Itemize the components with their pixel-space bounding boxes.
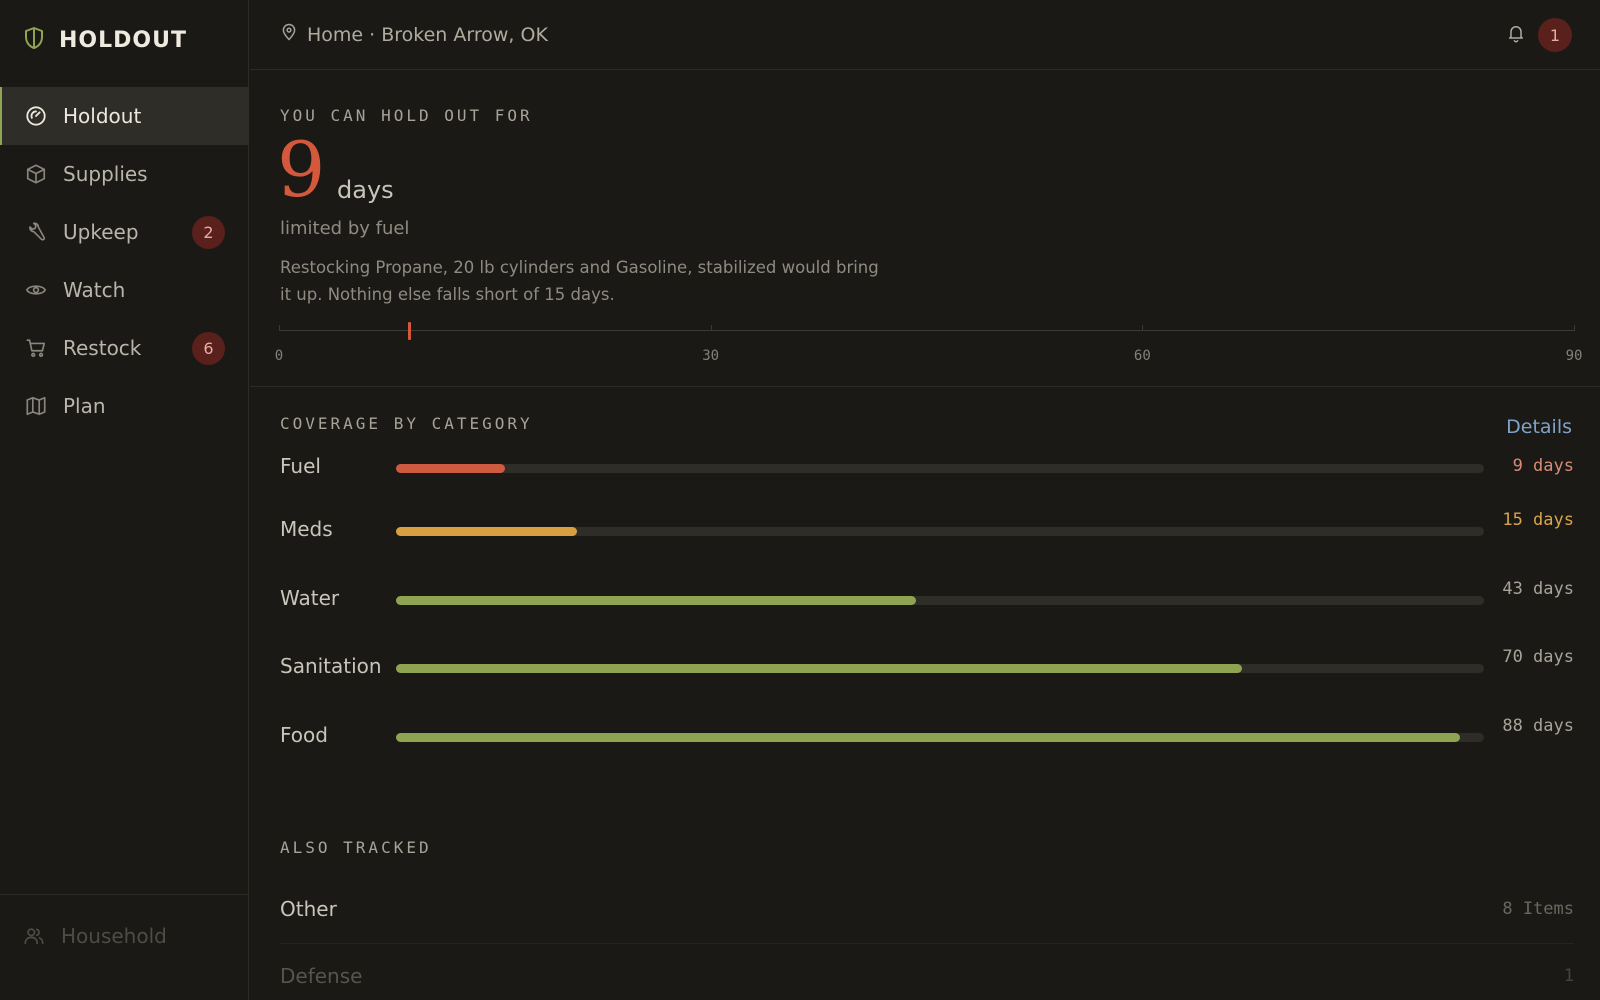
also-tracked-eyebrow: ALSO TRACKED bbox=[280, 838, 432, 857]
sidebar-item-restock[interactable]: Restock 6 bbox=[0, 319, 249, 377]
upkeep-count-badge: 2 bbox=[192, 216, 225, 249]
brand-name: HOLDOUT bbox=[59, 27, 187, 53]
sidebar-item-label: Holdout bbox=[63, 104, 142, 128]
coverage-days-value: 15 days bbox=[1502, 510, 1574, 530]
coverage-bar-fill bbox=[396, 464, 505, 473]
coverage-label: Food bbox=[280, 723, 328, 747]
sidebar-item-label: Supplies bbox=[63, 162, 148, 186]
sidebar-nav: Holdout Supplies Upkeep 2 Watch Restock … bbox=[0, 87, 249, 435]
topbar: Home · Broken Arrow, OK 1 bbox=[250, 0, 1600, 70]
holdout-days-number: 9 bbox=[277, 125, 326, 214]
tracked-row-other[interactable]: Other 8 Items bbox=[280, 878, 1574, 944]
sidebar-item-label: Watch bbox=[63, 278, 126, 302]
sidebar-item-plan[interactable]: Plan bbox=[0, 377, 249, 435]
scale-tick bbox=[1574, 325, 1575, 331]
coverage-days-value: 9 days bbox=[1512, 456, 1574, 476]
sidebar: HOLDOUT Holdout Supplies Upkeep 2 Watch … bbox=[0, 0, 249, 1000]
coverage-row-sanitation[interactable]: Sanitation 70 days bbox=[280, 644, 1574, 700]
scale-tick-label: 60 bbox=[1133, 348, 1151, 364]
coverage-label: Water bbox=[280, 586, 340, 610]
coverage-days-value: 43 days bbox=[1502, 579, 1574, 599]
scale-tick bbox=[1142, 325, 1144, 331]
holdout-scale: 0 30 60 90 bbox=[275, 322, 1582, 372]
scale-tick-label: 30 bbox=[702, 348, 720, 364]
eye-icon bbox=[25, 279, 47, 301]
limiting-factor: limited by fuel bbox=[280, 218, 410, 239]
scale-tick-label: 90 bbox=[1565, 348, 1583, 364]
scale-tick bbox=[279, 325, 280, 331]
coverage-label: Meds bbox=[280, 517, 333, 541]
coverage-bar-track bbox=[396, 527, 1484, 536]
main-content: YOU CAN HOLD OUT FOR 9 days limited by f… bbox=[250, 70, 1600, 1000]
details-link[interactable]: Details bbox=[1506, 416, 1572, 438]
tracked-name: Defense bbox=[280, 964, 363, 988]
restock-count-badge: 6 bbox=[192, 332, 225, 365]
sidebar-item-supplies[interactable]: Supplies bbox=[0, 145, 249, 203]
coverage-bar-fill bbox=[396, 596, 916, 605]
sidebar-item-watch[interactable]: Watch bbox=[0, 261, 249, 319]
sidebar-item-household[interactable]: Household bbox=[0, 914, 249, 958]
coverage-eyebrow: COVERAGE BY CATEGORY bbox=[280, 414, 533, 433]
holdout-days-unit: days bbox=[337, 176, 394, 204]
cart-icon bbox=[25, 337, 47, 359]
tracked-count: 8 Items bbox=[1502, 899, 1574, 919]
restock-hint: Restocking Propane, 20 lb cylinders and … bbox=[280, 258, 879, 304]
tracked-name: Other bbox=[280, 897, 337, 921]
coverage-row-fuel[interactable]: Fuel 9 days bbox=[280, 453, 1574, 509]
coverage-bar-track bbox=[396, 464, 1484, 473]
sidebar-item-label: Upkeep bbox=[63, 220, 139, 244]
sidebar-footer: Household bbox=[0, 894, 249, 1000]
box-icon bbox=[25, 163, 47, 185]
tracked-row-defense[interactable]: Defense 1 bbox=[280, 945, 1574, 1000]
coverage-bar-track bbox=[396, 664, 1484, 673]
coverage-bar-fill bbox=[396, 733, 1460, 742]
users-icon bbox=[23, 925, 45, 947]
location-pin-icon bbox=[280, 22, 298, 47]
sidebar-item-label: Restock bbox=[63, 336, 142, 360]
section-divider bbox=[250, 386, 1600, 387]
coverage-bar-track bbox=[396, 596, 1484, 605]
location-text: Home · Broken Arrow, OK bbox=[307, 23, 548, 46]
sidebar-item-holdout[interactable]: Holdout bbox=[0, 87, 249, 145]
bell-icon[interactable] bbox=[1506, 23, 1526, 47]
coverage-label: Fuel bbox=[280, 454, 321, 478]
scale-current-marker bbox=[407, 322, 411, 340]
sidebar-item-label: Household bbox=[61, 924, 167, 948]
scale-tick-label: 0 bbox=[274, 348, 284, 364]
gauge-icon bbox=[25, 105, 47, 127]
brand[interactable]: HOLDOUT bbox=[22, 26, 187, 54]
coverage-bar-fill bbox=[396, 527, 578, 536]
coverage-bar-track bbox=[396, 733, 1484, 742]
notifications[interactable]: 1 bbox=[1506, 18, 1572, 52]
coverage-days-value: 88 days bbox=[1502, 716, 1574, 736]
sidebar-item-label: Plan bbox=[63, 394, 106, 418]
notification-count-badge: 1 bbox=[1538, 18, 1572, 52]
coverage-label: Sanitation bbox=[280, 654, 382, 678]
wrench-icon bbox=[25, 221, 47, 243]
location-selector[interactable]: Home · Broken Arrow, OK bbox=[280, 22, 548, 47]
tracked-count: 1 bbox=[1563, 966, 1574, 986]
map-icon bbox=[25, 395, 47, 417]
coverage-row-food[interactable]: Food 88 days bbox=[280, 713, 1574, 769]
coverage-row-meds[interactable]: Meds 15 days bbox=[280, 507, 1574, 563]
coverage-bar-fill bbox=[396, 664, 1243, 673]
sidebar-item-upkeep[interactable]: Upkeep 2 bbox=[0, 203, 249, 261]
scale-axis-line bbox=[279, 330, 1574, 331]
coverage-row-water[interactable]: Water 43 days bbox=[280, 576, 1574, 632]
coverage-days-value: 70 days bbox=[1502, 647, 1574, 667]
shield-icon bbox=[22, 26, 46, 54]
holdout-eyebrow: YOU CAN HOLD OUT FOR bbox=[280, 106, 533, 125]
app-root: HOLDOUT Holdout Supplies Upkeep 2 Watch … bbox=[0, 0, 1600, 1000]
scale-tick bbox=[710, 325, 712, 331]
